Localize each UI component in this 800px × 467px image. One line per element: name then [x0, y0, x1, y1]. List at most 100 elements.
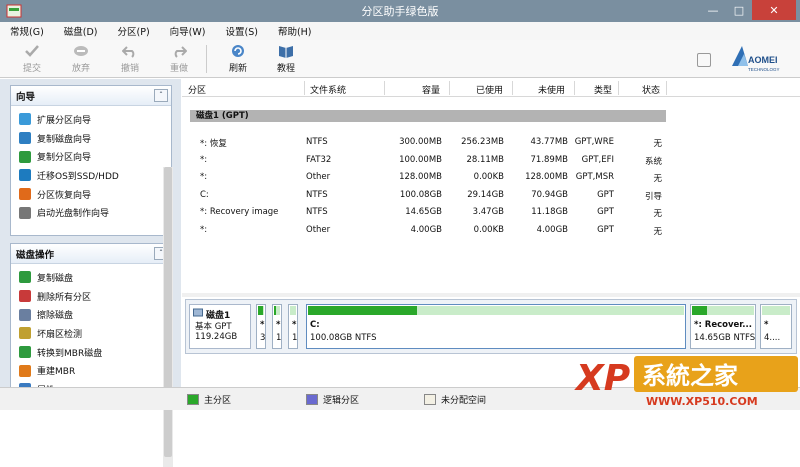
wizard-item[interactable]: 分区恢复向导	[11, 185, 171, 204]
wizard-item-label: 启动光盘制作向导	[37, 209, 110, 220]
toolbar: 提交 放弃 撤销 重做 刷新 教程 AOMEI TECHNOLOGY	[0, 40, 800, 78]
col-type[interactable]: 类型	[594, 83, 612, 96]
diskop-item[interactable]: 删除所有分区	[11, 287, 171, 306]
tutorial-button[interactable]: 教程	[266, 43, 306, 74]
table-cell: 无	[653, 174, 662, 185]
diskop-item[interactable]: 坏扇区检测	[11, 324, 171, 343]
menu-bar: 常规(G) 磁盘(D) 分区(P) 向导(W) 设置(S) 帮助(H)	[0, 22, 800, 40]
table-cell: 系统	[644, 156, 662, 167]
menu-help[interactable]: 帮助(H)	[278, 24, 312, 38]
wizard-item[interactable]: 复制分区向导	[11, 147, 171, 166]
diskop-item-icon	[19, 290, 31, 303]
wizard-item[interactable]: 迁移OS到SSD/HDD	[11, 166, 171, 185]
wizard-item[interactable]: 扩展分区向导	[11, 110, 171, 129]
legend-unallocated: 未分配空间	[424, 393, 486, 406]
sidebar-scrollbar[interactable]	[163, 167, 173, 467]
app-icon	[6, 4, 22, 18]
partition-block-label: *: Recover...	[694, 320, 752, 330]
table-row[interactable]: C: NTFS 100.08GB 29.14GB 70.94GB GPT 引导	[182, 187, 800, 204]
wizard-item[interactable]: 复制磁盘向导	[11, 129, 171, 148]
table-cell: 无	[653, 139, 662, 149]
svg-text:TECHNOLOGY: TECHNOLOGY	[748, 67, 780, 72]
aomei-logo: AOMEI TECHNOLOGY	[732, 46, 780, 72]
diskop-item[interactable]: 复制磁盘	[11, 268, 171, 287]
table-cell: FAT32	[306, 154, 332, 165]
diskop-item-icon	[19, 327, 31, 340]
disk-ops-panel: 磁盘操作 ˆ 复制磁盘删除所有分区擦除磁盘坏扇区检测转换到MBR磁盘重建MBR属…	[10, 243, 172, 401]
table-row[interactable]: *: Other 4.00GB 0.00KB 4.00GB GPT 无	[182, 222, 800, 239]
window-title: 分区助手绿色版	[361, 5, 439, 18]
disk-size: 119.24GB	[195, 332, 238, 342]
table-cell: 4.00GB	[536, 225, 568, 235]
table-cell: C:	[200, 189, 209, 200]
refresh-label: 刷新	[228, 64, 247, 74]
wizard-item-icon	[19, 206, 31, 219]
partition-block-label: *	[764, 320, 769, 330]
col-unused[interactable]: 未使用	[538, 83, 565, 96]
col-partition[interactable]: 分区	[188, 83, 206, 96]
watermark-url: WWW.XP510.COM	[646, 395, 758, 408]
discard-icon	[72, 43, 90, 59]
splitter[interactable]	[182, 293, 800, 297]
wizard-item-label: 迁移OS到SSD/HDD	[37, 171, 119, 182]
col-used[interactable]: 已使用	[476, 83, 503, 96]
table-row[interactable]: *: FAT32 100.00MB 28.11MB 71.89MB GPT,EFI 系统	[182, 152, 800, 169]
disk-card[interactable]: 磁盘1 基本 GPT 119.24GB	[189, 304, 251, 349]
watermark-logo: XP 系統之家 WWW.XP510.COM	[574, 356, 798, 408]
disk-partition-block[interactable]: * 1	[272, 304, 282, 349]
wizard-item[interactable]: 启动光盘制作向导	[11, 203, 171, 222]
diskop-item-icon	[19, 346, 31, 359]
menu-wizard[interactable]: 向导(W)	[170, 24, 206, 38]
refresh-icon	[229, 43, 247, 59]
table-cell: *: Recovery image	[200, 207, 279, 218]
diskop-item[interactable]: 转换到MBR磁盘	[11, 343, 171, 362]
discard-button[interactable]: 放弃	[61, 43, 101, 74]
menu-partition[interactable]: 分区(P)	[118, 24, 150, 38]
diskop-item[interactable]: 重建MBR	[11, 361, 171, 380]
undo-button[interactable]: 撤销	[110, 43, 150, 74]
redo-icon	[170, 43, 188, 59]
toolbar-separator	[206, 45, 207, 73]
refresh-button[interactable]: 刷新	[218, 43, 258, 74]
partition-block-label: *	[260, 320, 265, 330]
table-row[interactable]: *: 恢复 NTFS 300.00MB 256.23MB 43.77MB GPT,WRE 无	[182, 134, 800, 151]
diskop-item-label: 擦除磁盘	[37, 311, 74, 322]
disk-type: 基本 GPT	[195, 322, 232, 332]
wizard-item-icon	[19, 132, 31, 145]
disk-partition-block[interactable]: C: 100.08GB NTFS	[306, 304, 686, 349]
table-cell: Other	[306, 172, 331, 183]
disk-partition-block[interactable]: * 3	[256, 304, 266, 349]
menu-disk[interactable]: 磁盘(D)	[64, 24, 98, 38]
legend-primary-label: 主分区	[204, 396, 232, 406]
logical-swatch	[306, 394, 318, 405]
maximize-button[interactable]: □	[726, 0, 752, 20]
redo-button[interactable]: 重做	[159, 43, 199, 74]
col-status[interactable]: 状态	[642, 83, 660, 96]
redo-label: 重做	[169, 64, 188, 74]
table-cell: 128.00MB	[525, 172, 568, 183]
table-cell: *:	[200, 225, 208, 235]
diskop-item[interactable]: 擦除磁盘	[11, 305, 171, 324]
table-cell: GPT	[597, 207, 614, 218]
legend-primary: 主分区	[187, 393, 231, 406]
menu-settings[interactable]: 设置(S)	[225, 24, 257, 38]
menu-general[interactable]: 常规(G)	[10, 24, 44, 38]
table-cell: GPT,WRE	[574, 137, 614, 147]
commit-button[interactable]: 提交	[12, 43, 52, 74]
primary-swatch	[187, 394, 199, 405]
disk-partition-block[interactable]: * 1	[288, 304, 298, 349]
check-box-icon[interactable]	[697, 53, 711, 67]
table-row[interactable]: *: Other 128.00MB 0.00KB 128.00MB GPT,MSR 无	[182, 169, 800, 186]
left-sidebar: 向导 ˆ 扩展分区向导 复制磁盘向导 复制分区向导 迁移OS到SSD/HDD 分区恢复向…	[0, 79, 181, 467]
disk-group-header[interactable]: 磁盘1 (GPT)	[190, 110, 666, 122]
col-filesystem[interactable]: 文件系统	[310, 83, 346, 96]
disk-partition-block[interactable]: * 4....	[760, 304, 792, 349]
table-row[interactable]: *: Recovery image NTFS 14.65GB 3.47GB 11.18G…	[182, 204, 800, 221]
disk-partition-block[interactable]: *: Recover... 14.65GB NTFS	[690, 304, 756, 349]
wizard-item-icon	[19, 188, 31, 201]
close-button[interactable]: ✕	[752, 0, 796, 20]
diskop-item-label: 重建MBR	[37, 367, 76, 378]
col-capacity[interactable]: 容量	[422, 83, 440, 96]
minimize-button[interactable]: —	[700, 0, 726, 20]
collapse-icon[interactable]: ˆ	[154, 89, 168, 102]
